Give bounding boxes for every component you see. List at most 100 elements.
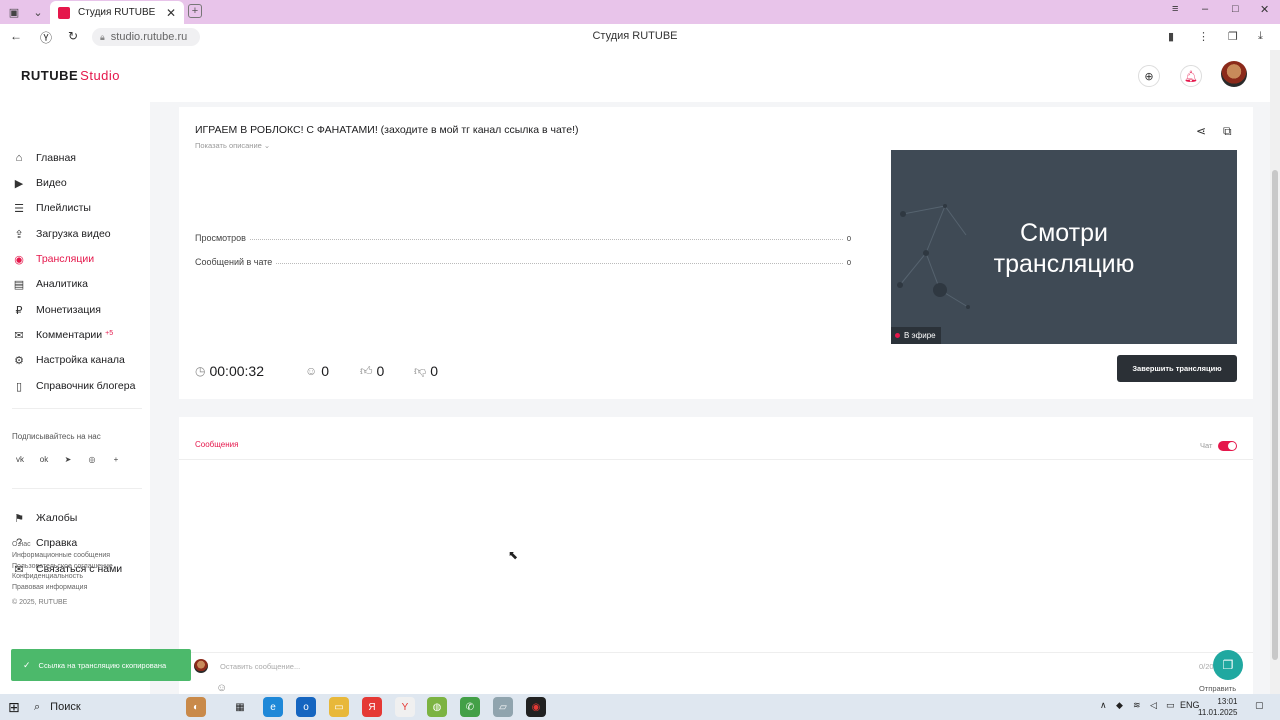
- sidebar-item-home[interactable]: ⌂ Главная: [12, 149, 76, 167]
- sidebar-item-monetization[interactable]: ₽ Монетизация: [12, 301, 101, 319]
- support-chat-button[interactable]: ❐: [1213, 650, 1243, 680]
- sidebar-item-label: Монетизация: [36, 304, 101, 316]
- minimize-button[interactable]: –: [1202, 3, 1208, 15]
- show-description-link[interactable]: Показать описание ⌄: [195, 141, 270, 150]
- sidebar-item-label: Плейлисты: [36, 202, 91, 214]
- viber-icon[interactable]: ◎: [84, 452, 100, 466]
- tray-app-icon[interactable]: ◆: [1116, 700, 1123, 711]
- chat-message-input[interactable]: Оставить сообщение...: [220, 662, 300, 671]
- sidebar-item-comments[interactable]: ✉ Комментарии +5: [12, 326, 113, 344]
- yandex-app-icon[interactable]: Я: [362, 697, 382, 717]
- outlook-icon[interactable]: o: [296, 697, 316, 717]
- stat-dots: [249, 239, 843, 240]
- sidebar-item-label: Настройка канала: [36, 354, 125, 366]
- back-icon[interactable]: ←: [10, 29, 22, 43]
- emoji-icon[interactable]: ☺: [216, 682, 227, 694]
- stream-preview[interactable]: Смотри трансляцию В эфире: [891, 150, 1237, 344]
- browser-tab[interactable]: Студия RUTUBE ✕: [50, 1, 184, 24]
- scrollbar-thumb[interactable]: [1272, 170, 1278, 660]
- subscribe-label: Подписывайтесь на нас: [12, 432, 101, 441]
- url-field[interactable]: 🔒︎ studio.rutube.ru: [92, 28, 200, 46]
- close-window-button[interactable]: ✕: [1260, 3, 1269, 16]
- app-window-icon[interactable]: ▱: [493, 697, 513, 717]
- rutube-studio-logo[interactable]: RUTUBE Studio: [21, 68, 120, 83]
- obs-icon[interactable]: ◉: [526, 697, 546, 717]
- volume-icon[interactable]: ◁: [1150, 700, 1157, 711]
- dislikes-value: 0: [430, 363, 438, 379]
- user-avatar[interactable]: [1221, 61, 1247, 87]
- ok-icon[interactable]: ok: [36, 452, 52, 466]
- open-external-icon[interactable]: ⧉: [1223, 124, 1232, 139]
- footer-link[interactable]: Пользовательское соглашение: [12, 562, 113, 573]
- tab-messages[interactable]: Сообщения: [195, 440, 238, 449]
- thumbs-down-icon: 👎︎: [414, 363, 427, 378]
- video-icon: ▶: [14, 177, 24, 190]
- sidebar-item-upload[interactable]: ⇪ Загрузка видео: [12, 225, 111, 243]
- clock[interactable]: 13:01 11.01.2025: [1198, 696, 1237, 718]
- footer-link[interactable]: Правовая информация: [12, 583, 113, 594]
- sidebar-item-broadcasts[interactable]: ◉ Трансляции: [12, 250, 94, 268]
- live-badge-label: В эфире: [904, 331, 936, 340]
- sidebar-item-channel-settings[interactable]: ⚙ Настройка канала: [12, 351, 125, 369]
- send-button[interactable]: Отправить: [1199, 684, 1236, 693]
- app-icon[interactable]: ◍: [427, 697, 447, 717]
- sidebar-item-label: Загрузка видео: [36, 228, 111, 240]
- footer-link[interactable]: Информационные сообщения: [12, 551, 113, 562]
- settings-icon: ⚙: [14, 354, 24, 367]
- more-socials-icon[interactable]: +: [108, 452, 124, 466]
- footer-link[interactable]: Конфиденциальность: [12, 572, 113, 583]
- sidebar-item-complaints[interactable]: ⚑ Жалобы: [12, 509, 77, 527]
- collections-icon[interactable]: ❐: [1228, 30, 1238, 43]
- bookmark-icon[interactable]: ▮: [1168, 30, 1174, 43]
- yandex-icon[interactable]: Ⓨ: [40, 29, 52, 46]
- more-icon[interactable]: ⋮: [1198, 30, 1209, 43]
- tab-close-icon[interactable]: ✕: [166, 6, 176, 20]
- sidebar-item-playlists[interactable]: ☰ Плейлисты: [12, 199, 91, 217]
- end-stream-button[interactable]: Завершить трансляцию: [1117, 355, 1237, 382]
- tray-chevron-icon[interactable]: ∧: [1100, 700, 1107, 711]
- battery-icon[interactable]: ▭: [1166, 700, 1175, 711]
- task-view-icon[interactable]: ▦: [230, 697, 250, 717]
- widget-icon[interactable]: ◐: [186, 697, 206, 717]
- comments-icon: ✉: [14, 329, 24, 342]
- page-scrollbar[interactable]: [1270, 50, 1280, 694]
- language-indicator[interactable]: ENG: [1180, 700, 1200, 710]
- stat-value: 0: [846, 258, 851, 267]
- tab-actions-icon[interactable]: ▣: [4, 2, 24, 22]
- new-tab-button[interactable]: +: [188, 4, 202, 18]
- sidebar: ⌂ Главная ▶ Видео ☰ Плейлисты ⇪ Загрузка…: [0, 102, 150, 694]
- notification-center-icon[interactable]: ▢: [1255, 700, 1264, 711]
- file-explorer-icon[interactable]: ▭: [329, 697, 349, 717]
- menu-icon[interactable]: ≡: [1172, 3, 1178, 15]
- sidebar-item-analytics[interactable]: ▤ Аналитика: [12, 275, 88, 293]
- stat-dots: [276, 263, 843, 264]
- wifi-icon[interactable]: ≋: [1133, 700, 1141, 711]
- viewers-icon: ☺: [305, 364, 318, 378]
- maximize-button[interactable]: □: [1232, 3, 1239, 15]
- reload-icon[interactable]: ↻: [68, 29, 78, 43]
- share-icon[interactable]: ⋖: [1196, 124, 1206, 138]
- whatsapp-icon[interactable]: ✆: [460, 697, 480, 717]
- yandex-browser-icon[interactable]: Y: [395, 697, 415, 717]
- stream-viewers: ☺ 0: [305, 363, 329, 379]
- download-icon[interactable]: ⤓: [1258, 30, 1263, 43]
- toast-text: Ссылка на трансляцию скопирована: [38, 660, 167, 670]
- windows-taskbar: ⊞ ⌕ Поиск ◐ ▦ e o ▭ Я Y ◍ ✆ ▱ ◉ ∧ ◆ ≋ ◁ …: [0, 694, 1280, 720]
- preview-text-line: Смотри: [1020, 219, 1108, 247]
- edge-icon[interactable]: e: [263, 697, 283, 717]
- vk-icon[interactable]: vk: [12, 452, 28, 466]
- add-content-button[interactable]: ⊕: [1138, 65, 1160, 87]
- notifications-button[interactable]: 🔔︎: [1180, 65, 1202, 87]
- footer-link[interactable]: О нас: [12, 540, 113, 551]
- telegram-icon[interactable]: ➤: [60, 452, 76, 466]
- clock-icon: ◷: [195, 364, 206, 378]
- tab-list-chevron-icon[interactable]: ⌄: [28, 2, 48, 22]
- sidebar-item-blogger-guide[interactable]: ▯ Справочник блогера: [12, 377, 135, 395]
- chat-toggle-label: Чат: [1200, 441, 1213, 450]
- sidebar-item-video[interactable]: ▶ Видео: [12, 174, 67, 192]
- footer-links: О нас Информационные сообщения Пользоват…: [12, 540, 113, 594]
- taskbar-search[interactable]: ⌕ Поиск: [34, 696, 168, 718]
- windows-start-icon[interactable]: ⊞: [8, 699, 20, 716]
- search-icon: ⌕: [34, 700, 41, 713]
- chat-toggle[interactable]: [1218, 441, 1237, 451]
